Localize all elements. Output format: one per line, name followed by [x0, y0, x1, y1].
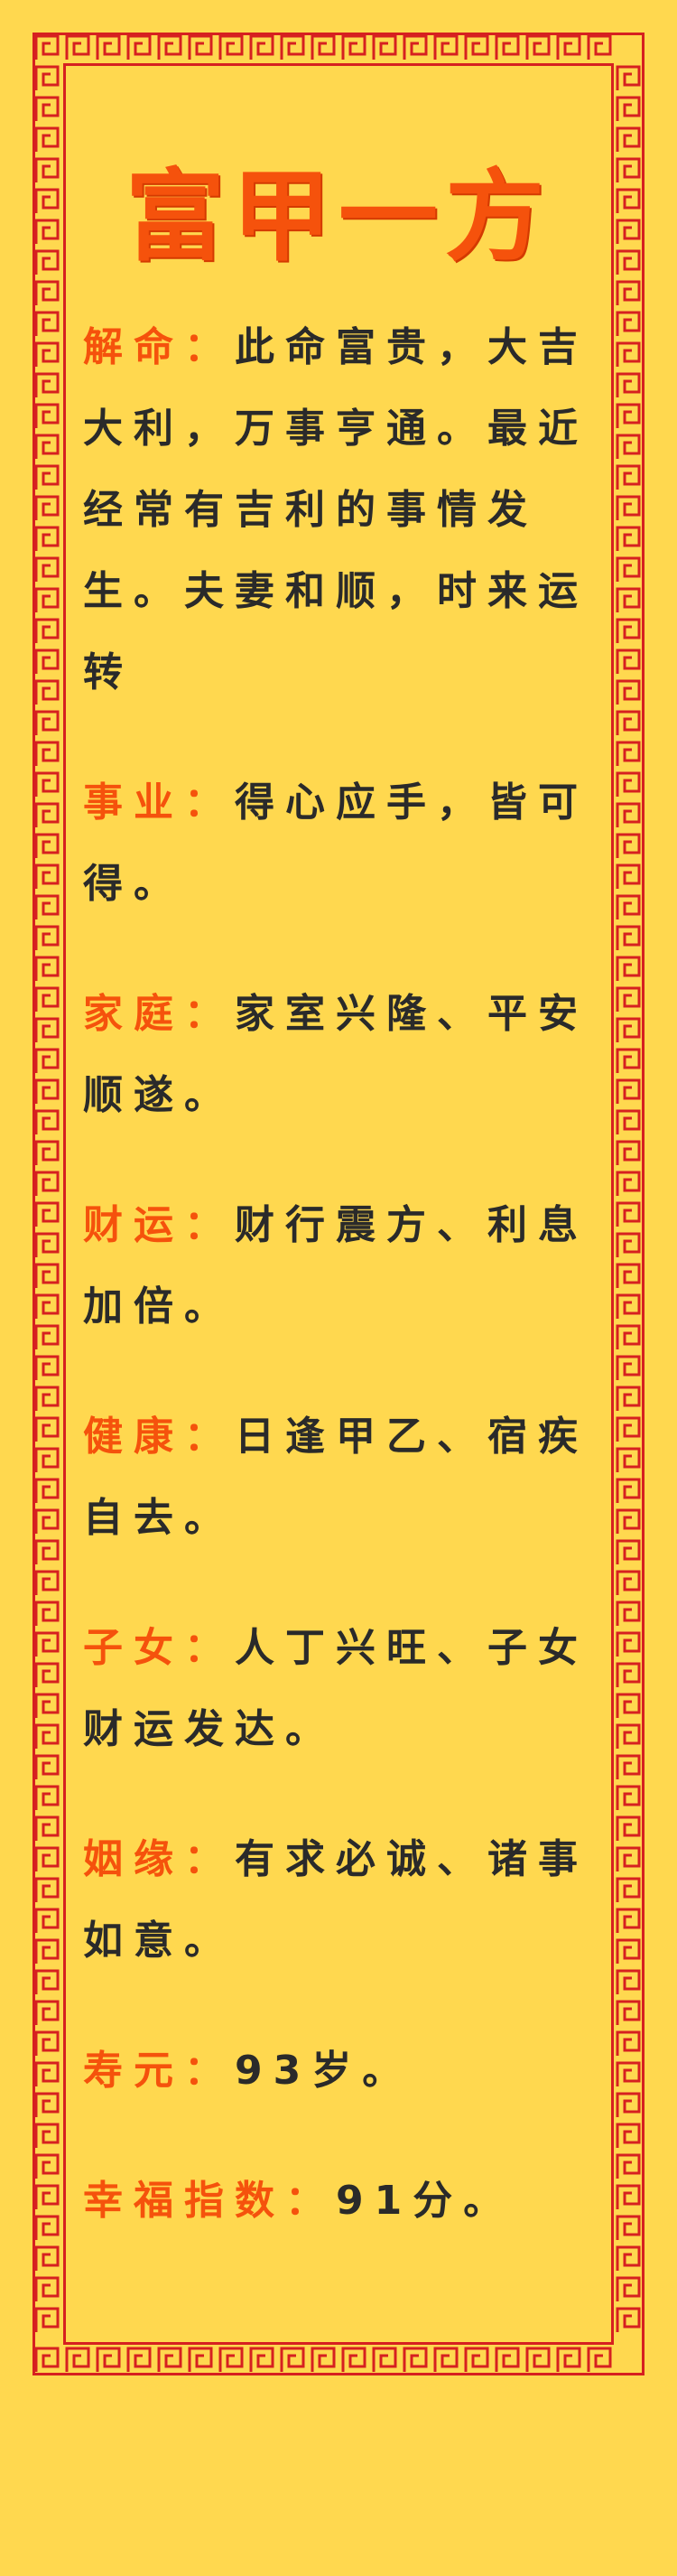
section-label: 子女： [83, 1625, 235, 1671]
section-label: 健康： [83, 1414, 235, 1460]
section-jieming: 解命：此命富贵，大吉大利，万事亨通。最近经常有吉利的事情发生。夫妻和顺，时来运转 [83, 307, 599, 714]
fortune-content: 解命：此命富贵，大吉大利，万事亨通。最近经常有吉利的事情发生。夫妻和顺，时来运转… [83, 307, 599, 2291]
section-xingfu: 幸福指数：91分。 [83, 2161, 599, 2242]
section-zinv: 子女：人丁兴旺、子女财运发达。 [83, 1608, 599, 1770]
section-label: 姻缘： [83, 1836, 235, 1882]
section-jiating: 家庭：家室兴隆、平安顺遂。 [83, 974, 599, 1136]
section-label: 家庭： [83, 991, 235, 1037]
section-shiye: 事业：得心应手，皆可得。 [83, 762, 599, 925]
section-shouyuan: 寿元：93岁。 [83, 2030, 599, 2112]
section-text: 93岁。 [235, 2048, 413, 2094]
section-text: 91分。 [336, 2178, 515, 2224]
section-label: 财运： [83, 1202, 235, 1248]
page-title: 富甲一方 [125, 158, 552, 275]
section-caiyun: 财运：财行震方、利息加倍。 [83, 1185, 599, 1348]
section-yinyuan: 姻缘：有求必诚、诸事如意。 [83, 1819, 599, 1982]
section-label: 幸福指数： [83, 2178, 336, 2224]
section-label: 解命： [83, 324, 235, 370]
section-label: 事业： [83, 779, 235, 826]
section-label: 寿元： [83, 2048, 235, 2094]
section-text: 此命富贵，大吉大利，万事亨通。最近经常有吉利的事情发生。夫妻和顺，时来运转 [83, 324, 589, 695]
section-jiankang: 健康：日逢甲乙、宿疾自去。 [83, 1396, 599, 1559]
